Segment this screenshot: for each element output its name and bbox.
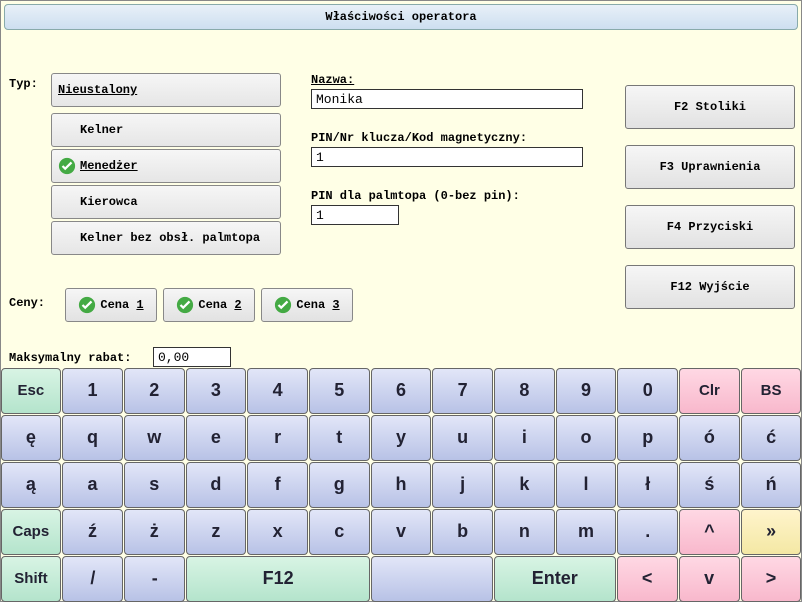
label-ceny: Ceny: xyxy=(9,296,45,310)
key-r[interactable]: r xyxy=(247,415,308,461)
check-icon xyxy=(274,296,292,314)
key-1[interactable]: 1 xyxy=(62,368,123,414)
type-kelner-bez[interactable]: Kelner bez obsł. palmtopa xyxy=(51,221,281,255)
button-f12-wyjscie[interactable]: F12 Wyjście xyxy=(625,265,795,309)
key-q[interactable]: q xyxy=(62,415,123,461)
key-5[interactable]: 5 xyxy=(309,368,370,414)
key-raquo[interactable]: » xyxy=(741,509,802,555)
key-a[interactable]: a xyxy=(62,462,123,508)
price-1[interactable]: Cena 1 xyxy=(65,288,157,322)
key-esc[interactable]: Esc xyxy=(1,368,62,414)
button-f4-przyciski[interactable]: F4 Przyciski xyxy=(625,205,795,249)
key-enter[interactable]: Enter xyxy=(494,556,616,602)
key-m[interactable]: m xyxy=(556,509,617,555)
form-area: Typ: Nieustalony Kelner Menedżer Kierowc… xyxy=(1,33,801,365)
key-f[interactable]: f xyxy=(247,462,308,508)
check-icon xyxy=(58,157,76,175)
key-l[interactable]: l xyxy=(556,462,617,508)
key-f12[interactable]: F12 xyxy=(186,556,370,602)
key-sacute[interactable]: ś xyxy=(679,462,740,508)
key-w[interactable]: w xyxy=(124,415,185,461)
check-icon xyxy=(176,296,194,314)
key-lstroke[interactable]: ł xyxy=(617,462,678,508)
key-clr[interactable]: Clr xyxy=(679,368,740,414)
label-pin: PIN/Nr klucza/Kod magnetyczny: xyxy=(311,131,527,145)
type-menedzer[interactable]: Menedżer xyxy=(51,149,281,183)
key-u[interactable]: u xyxy=(432,415,493,461)
key-down[interactable]: v xyxy=(679,556,740,602)
label-pin-palm: PIN dla palmtopa (0-bez pin): xyxy=(311,189,520,203)
price-2[interactable]: Cena 2 xyxy=(163,288,255,322)
button-f3-uprawnienia[interactable]: F3 Uprawnienia xyxy=(625,145,795,189)
key-slash[interactable]: / xyxy=(62,556,123,602)
check-icon xyxy=(78,296,96,314)
key-dash[interactable]: - xyxy=(124,556,185,602)
title-bar: Właściwości operatora xyxy=(4,4,798,30)
key-6[interactable]: 6 xyxy=(371,368,432,414)
input-max-rabat[interactable] xyxy=(153,347,231,367)
key-0[interactable]: 0 xyxy=(617,368,678,414)
key-b[interactable]: b xyxy=(432,509,493,555)
input-nazwa[interactable] xyxy=(311,89,583,109)
onscreen-keyboard: Esc 1 2 3 4 5 6 7 8 9 0 Clr BS ę q w e r… xyxy=(0,367,802,602)
key-t[interactable]: t xyxy=(309,415,370,461)
key-n[interactable]: n xyxy=(494,509,555,555)
key-p[interactable]: p xyxy=(617,415,678,461)
key-c[interactable]: c xyxy=(309,509,370,555)
key-up[interactable]: ^ xyxy=(679,509,740,555)
key-g[interactable]: g xyxy=(309,462,370,508)
key-z[interactable]: z xyxy=(186,509,247,555)
input-pin-palm[interactable] xyxy=(311,205,399,225)
key-nacute[interactable]: ń xyxy=(741,462,802,508)
key-space[interactable] xyxy=(371,556,493,602)
label-max-rabat: Maksymalny rabat: xyxy=(9,351,131,365)
key-9[interactable]: 9 xyxy=(556,368,617,414)
type-kierowca[interactable]: Kierowca xyxy=(51,185,281,219)
type-nieustalony[interactable]: Nieustalony xyxy=(51,73,281,107)
key-2[interactable]: 2 xyxy=(124,368,185,414)
key-7[interactable]: 7 xyxy=(432,368,493,414)
key-y[interactable]: y xyxy=(371,415,432,461)
window-title: Właściwości operatora xyxy=(325,10,476,24)
key-o[interactable]: o xyxy=(556,415,617,461)
key-oacute[interactable]: ó xyxy=(679,415,740,461)
key-4[interactable]: 4 xyxy=(247,368,308,414)
button-f2-stoliki[interactable]: F2 Stoliki xyxy=(625,85,795,129)
key-zdot[interactable]: ż xyxy=(124,509,185,555)
key-x[interactable]: x xyxy=(247,509,308,555)
key-h[interactable]: h xyxy=(371,462,432,508)
key-d[interactable]: d xyxy=(186,462,247,508)
key-e[interactable]: e xyxy=(186,415,247,461)
key-3[interactable]: 3 xyxy=(186,368,247,414)
key-bs[interactable]: BS xyxy=(741,368,802,414)
key-i[interactable]: i xyxy=(494,415,555,461)
key-k[interactable]: k xyxy=(494,462,555,508)
type-kelner[interactable]: Kelner xyxy=(51,113,281,147)
key-cacute[interactable]: ć xyxy=(741,415,802,461)
key-shift[interactable]: Shift xyxy=(1,556,62,602)
key-left[interactable]: < xyxy=(617,556,678,602)
key-s[interactable]: s xyxy=(124,462,185,508)
key-caps[interactable]: Caps xyxy=(1,509,62,555)
price-3[interactable]: Cena 3 xyxy=(261,288,353,322)
type-group: Nieustalony Kelner Menedżer Kierowca Kel… xyxy=(51,73,283,257)
key-8[interactable]: 8 xyxy=(494,368,555,414)
key-aogonek[interactable]: ą xyxy=(1,462,62,508)
label-nazwa: Nazwa: xyxy=(311,73,354,87)
label-typ: Typ: xyxy=(9,77,38,91)
key-j[interactable]: j xyxy=(432,462,493,508)
key-eogonek[interactable]: ę xyxy=(1,415,62,461)
key-zacute[interactable]: ź xyxy=(62,509,123,555)
key-right[interactable]: > xyxy=(741,556,802,602)
key-v[interactable]: v xyxy=(371,509,432,555)
key-dot[interactable]: . xyxy=(617,509,678,555)
input-pin[interactable] xyxy=(311,147,583,167)
price-row: Cena 1 Cena 2 Cena 3 xyxy=(65,288,353,322)
